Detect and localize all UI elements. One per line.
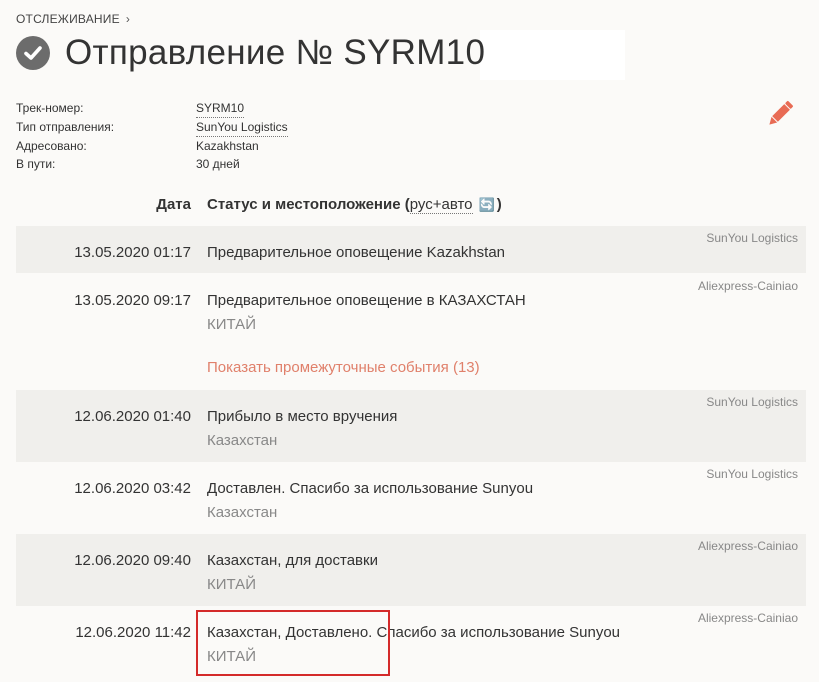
event-status: Предварительное оповещение в КАЗАХСТАН: [207, 292, 526, 309]
title-row: Отправление № SYRM10: [16, 33, 485, 73]
type-label: Тип отправления:: [16, 120, 115, 134]
info-row-type: Тип отправления: SunYou Logistics: [16, 118, 288, 137]
date-column-header: Дата: [156, 196, 191, 213]
event-date: 13.05.2020 01:17: [74, 244, 191, 261]
event-location: Казахстан: [207, 504, 278, 521]
info-row-track: Трек-номер: SYRM10: [16, 99, 288, 118]
event-source: SunYou Logistics: [706, 231, 798, 245]
event-location: Казахстан: [207, 432, 278, 449]
events-table-header: Дата Статус и местоположение (рус+авто 🔄): [16, 193, 806, 217]
event-status: Доставлен. Спасибо за использование Suny…: [207, 480, 534, 497]
breadcrumb[interactable]: ОТСЛЕЖИВАНИЕ ›: [16, 12, 130, 26]
info-row-address: Адресовано: Kazakhstan: [16, 137, 288, 155]
address-value: Kazakhstan: [196, 139, 259, 153]
title-blank-area: [480, 30, 625, 80]
event-location: КИТАЙ: [207, 316, 256, 333]
status-column-header: Статус и местоположение (рус+авто 🔄): [207, 196, 502, 214]
event-source: SunYou Logistics: [706, 467, 798, 481]
status-header-suffix: ): [496, 196, 502, 213]
event-status: Казахстан, для доставки: [207, 552, 378, 569]
event-source: Aliexpress-Cainiao: [697, 611, 798, 625]
address-label: Адресовано:: [16, 139, 87, 153]
track-label: Трек-номер:: [16, 101, 84, 115]
show-intermediate-events-link[interactable]: Показать промежуточные события (13): [207, 359, 480, 376]
transit-label: В пути:: [16, 157, 56, 171]
check-circle-icon: [16, 36, 50, 70]
event-row: 12.06.2020 03:42 Доставлен. Спасибо за и…: [16, 462, 806, 534]
event-date: 12.06.2020 01:40: [74, 408, 191, 425]
event-date: 12.06.2020 09:40: [74, 552, 191, 569]
event-status: Предварительное оповещение Kazakhstan: [207, 244, 506, 261]
event-date: 13.05.2020 09:17: [74, 292, 191, 309]
chevron-right-icon: ›: [125, 12, 131, 26]
event-source: Aliexpress-Cainiao: [697, 539, 798, 553]
event-row: 12.06.2020 01:40 Прибыло в место вручени…: [16, 390, 806, 462]
pencil-icon[interactable]: [763, 97, 797, 131]
event-date: 12.06.2020 03:42: [74, 480, 191, 497]
highlight-box: [196, 610, 390, 676]
event-status: Прибыло в место вручения: [207, 408, 398, 425]
event-source: SunYou Logistics: [706, 395, 798, 409]
event-location: КИТАЙ: [207, 576, 256, 593]
shipment-info: Трек-номер: SYRM10 Тип отправления: SunY…: [16, 99, 288, 173]
translate-icon[interactable]: 🔄: [479, 197, 495, 213]
status-header-text: Статус и местоположение (: [207, 196, 410, 213]
breadcrumb-label[interactable]: ОТСЛЕЖИВАНИЕ: [16, 12, 120, 26]
event-source: Aliexpress-Cainiao: [697, 279, 798, 293]
event-date: 12.06.2020 11:42: [75, 624, 191, 641]
transit-value: 30 дней: [196, 157, 240, 171]
language-toggle[interactable]: рус+авто: [409, 196, 473, 214]
shipment-type-link[interactable]: SunYou Logistics: [196, 118, 288, 137]
event-row: 12.06.2020 11:42 Казахстан, Доставлено. …: [16, 606, 806, 678]
page-title: Отправление № SYRM10: [65, 33, 486, 72]
track-number-link[interactable]: SYRM10: [196, 99, 245, 118]
info-row-transit: В пути: 30 дней: [16, 155, 288, 173]
event-row: 12.06.2020 09:40 Казахстан, для доставки…: [16, 534, 806, 606]
event-row: 13.05.2020 01:17 Предварительное оповеще…: [16, 226, 806, 273]
